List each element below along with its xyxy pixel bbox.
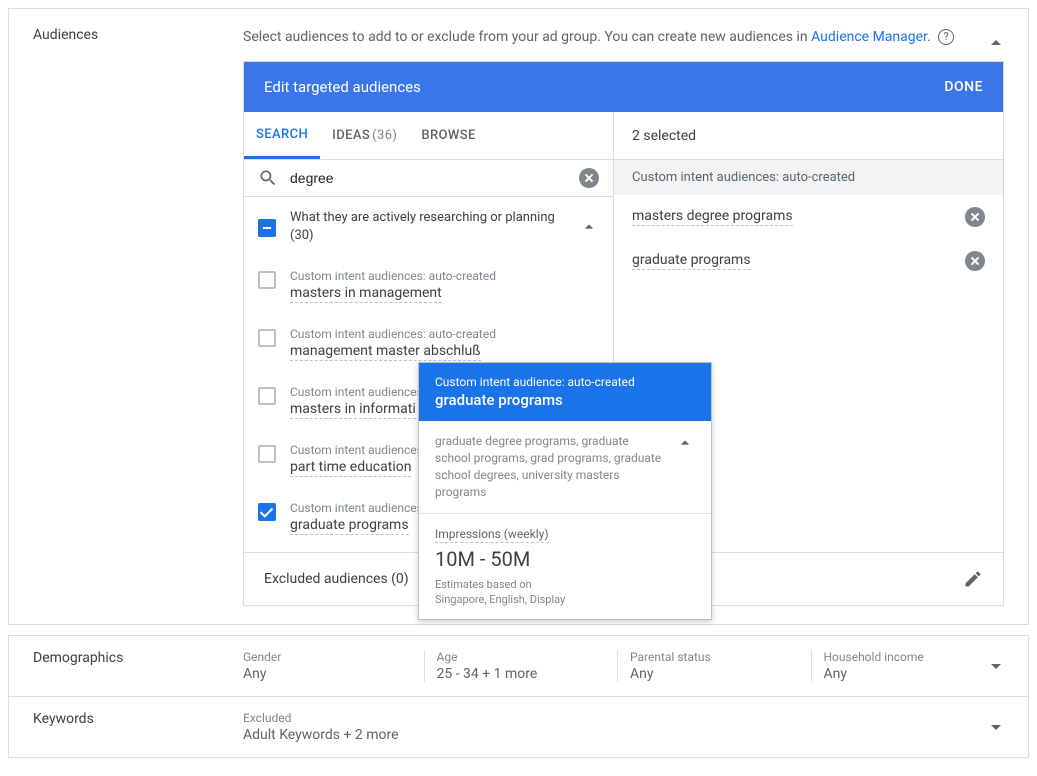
item-type: Custom intent audiences: auto-created [290,327,599,341]
tab-ideas-count: (36) [372,128,397,143]
group-checkbox[interactable] [258,219,276,237]
chevron-up-icon[interactable] [579,217,599,237]
help-icon[interactable]: ? [938,29,954,45]
list-item[interactable]: Custom intent audiences: auto-created ma… [244,257,613,315]
tab-ideas-label: IDEAS [332,128,370,143]
clear-search-icon[interactable] [579,168,599,188]
keywords-value: Adult Keywords + 2 more [243,727,1004,743]
demo-col-label: Age [437,650,618,664]
keywords-sublabel: Excluded [243,711,1004,725]
item-checkbox[interactable] [258,503,276,521]
editor-header: Edit targeted audiences DONE [244,62,1003,112]
popover-title: graduate programs [435,391,695,409]
audience-detail-popover: Custom intent audience: auto-created gra… [418,362,712,620]
edit-icon[interactable] [963,569,983,589]
demo-col-label: Gender [243,650,424,664]
keywords-row[interactable]: Keywords Excluded Adult Keywords + 2 mor… [9,696,1028,757]
item-name: graduate programs [290,517,409,535]
targeting-summary-card: Demographics Gender Any Age 25 - 34 + 1 … [8,635,1029,758]
estimate-basis: Estimates based on Singapore, English, D… [435,577,695,607]
item-checkbox[interactable] [258,387,276,405]
chevron-down-icon[interactable] [984,715,1008,739]
demographics-row[interactable]: Demographics Gender Any Age 25 - 34 + 1 … [9,636,1028,696]
selected-item: graduate programs [614,239,1003,283]
demo-col-label: Parental status [630,650,811,664]
selected-count: 2 selected [614,112,1003,160]
estimate-detail: Singapore, English, Display [435,592,695,607]
item-checkbox[interactable] [258,445,276,463]
item-checkbox[interactable] [258,271,276,289]
search-icon [258,168,278,188]
demo-col-value: Any [824,666,1005,682]
audiences-header-row: Audiences Select audiences to add to or … [9,9,1028,624]
remove-selected-icon[interactable] [965,207,985,227]
tab-search[interactable]: SEARCH [244,112,320,159]
editor-title: Edit targeted audiences [264,78,421,96]
selected-item: masters degree programs [614,195,1003,239]
intro-suffix: . [927,29,931,45]
selected-item-name: masters degree programs [632,208,793,226]
demo-col-value: Any [243,666,424,682]
demographics-label: Demographics [33,650,243,666]
demo-col-value: Any [630,666,811,682]
editor-tabs: SEARCH IDEAS (36) BROWSE [244,112,613,160]
demo-col-label: Household income [824,650,1005,664]
chevron-up-icon[interactable] [675,433,695,453]
tab-search-label: SEARCH [256,127,308,142]
tab-ideas[interactable]: IDEAS (36) [320,112,409,159]
impressions-value: 10M - 50M [435,547,695,571]
search-row [244,160,613,197]
item-type: Custom intent audiences: auto-created [290,269,599,283]
impressions-label: Impressions (weekly) [435,527,549,543]
item-name: part time education [290,459,411,477]
popover-keywords: graduate degree programs, graduate schoo… [435,433,663,501]
group-title: What they are actively researching or pl… [290,209,565,245]
selected-group-header: Custom intent audiences: auto-created [614,160,1003,195]
selected-item-name: graduate programs [632,252,751,270]
audience-editor: Edit targeted audiences DONE SEARCH IDEA… [243,61,1004,606]
popover-sub: Custom intent audience: auto-created [435,375,695,389]
chevron-up-icon[interactable] [984,31,1008,55]
popover-header: Custom intent audience: auto-created gra… [419,363,711,421]
audiences-intro: Select audiences to add to or exclude fr… [243,27,1004,47]
item-name: masters in management [290,285,442,303]
item-checkbox[interactable] [258,329,276,347]
search-input[interactable] [290,170,567,186]
demo-col-value: 25 - 34 + 1 more [437,666,618,682]
item-name: management master abschluß [290,343,481,361]
done-button[interactable]: DONE [944,79,983,95]
tab-browse-label: BROWSE [421,128,475,143]
chevron-down-icon[interactable] [984,654,1008,678]
tab-browse[interactable]: BROWSE [409,112,487,159]
audiences-card: Audiences Select audiences to add to or … [8,8,1029,625]
estimate-prefix: Estimates based on [435,577,695,592]
audience-manager-link[interactable]: Audience Manager [811,29,927,45]
editor-right-pane: 2 selected Custom intent audiences: auto… [614,112,1003,552]
remove-selected-icon[interactable] [965,251,985,271]
intro-text: Select audiences to add to or exclude fr… [243,29,808,45]
audiences-section-label: Audiences [33,27,243,612]
excluded-label: Excluded audiences (0) [264,571,409,587]
group-row: What they are actively researching or pl… [244,197,613,257]
keywords-label: Keywords [33,711,243,727]
item-name: masters in informati [290,401,416,419]
